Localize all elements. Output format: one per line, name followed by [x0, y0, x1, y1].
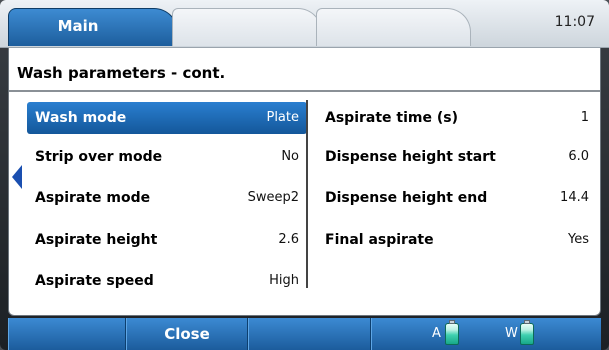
clock: 11:07 [554, 14, 595, 30]
param-label: Aspirate time (s) [325, 110, 458, 126]
param-value: 14.4 [560, 190, 589, 205]
bottle-status-area: A W [371, 318, 601, 350]
param-label: Dispense height end [325, 190, 488, 206]
param-value: 6.0 [568, 149, 589, 164]
param-value: High [269, 273, 299, 288]
param-value: Yes [568, 232, 589, 247]
bottle-a-label: A [432, 326, 441, 341]
param-label: Strip over mode [35, 149, 163, 165]
tab-3[interactable] [316, 8, 471, 46]
param-row-strip-over-mode[interactable]: Strip over mode No [27, 141, 307, 173]
param-row-dispense-height-end[interactable]: Dispense height end 14.4 [317, 182, 597, 214]
param-row-wash-mode[interactable]: Wash mode Plate [27, 102, 307, 134]
param-label: Wash mode [35, 110, 127, 126]
bottle-w-label: W [505, 326, 518, 341]
column-separator [306, 100, 308, 288]
param-label: Aspirate mode [35, 190, 151, 206]
param-row-aspirate-mode[interactable]: Aspirate mode Sweep2 [27, 182, 307, 214]
param-value: 1 [580, 110, 589, 125]
parameters-panel: Wash parameters - cont. Wash mode Plate … [8, 48, 601, 316]
param-value: Sweep2 [247, 190, 299, 205]
tab-main[interactable]: Main [8, 8, 178, 46]
close-button[interactable]: Close [126, 318, 248, 350]
app-window: Main 11:07 Wash parameters - cont. Wash … [0, 0, 609, 350]
param-value: Plate [266, 110, 299, 125]
param-label: Aspirate speed [35, 273, 154, 289]
bottle-a-icon [445, 320, 459, 345]
param-label: Final aspirate [325, 232, 434, 248]
param-row-aspirate-speed[interactable]: Aspirate speed High [27, 265, 307, 297]
param-value: 2.6 [278, 232, 299, 247]
page-title: Wash parameters - cont. [17, 64, 226, 82]
param-label: Dispense height start [325, 149, 496, 165]
bottom-bar: Close A W [8, 318, 601, 350]
bottle-w-icon [520, 320, 534, 345]
param-row-dispense-height-start[interactable]: Dispense height start 6.0 [317, 141, 597, 173]
tab-2[interactable] [172, 8, 322, 46]
title-divider [9, 90, 600, 92]
param-label: Aspirate height [35, 232, 158, 248]
param-row-aspirate-height[interactable]: Aspirate height 2.6 [27, 224, 307, 256]
softkey-3[interactable] [248, 318, 371, 350]
param-row-aspirate-time[interactable]: Aspirate time (s) 1 [317, 102, 597, 134]
scroll-left-marker-icon[interactable] [12, 165, 22, 189]
param-value: No [281, 149, 299, 164]
tab-strip: Main 11:07 [0, 0, 609, 48]
softkey-1[interactable] [8, 318, 126, 350]
param-row-final-aspirate[interactable]: Final aspirate Yes [317, 224, 597, 256]
